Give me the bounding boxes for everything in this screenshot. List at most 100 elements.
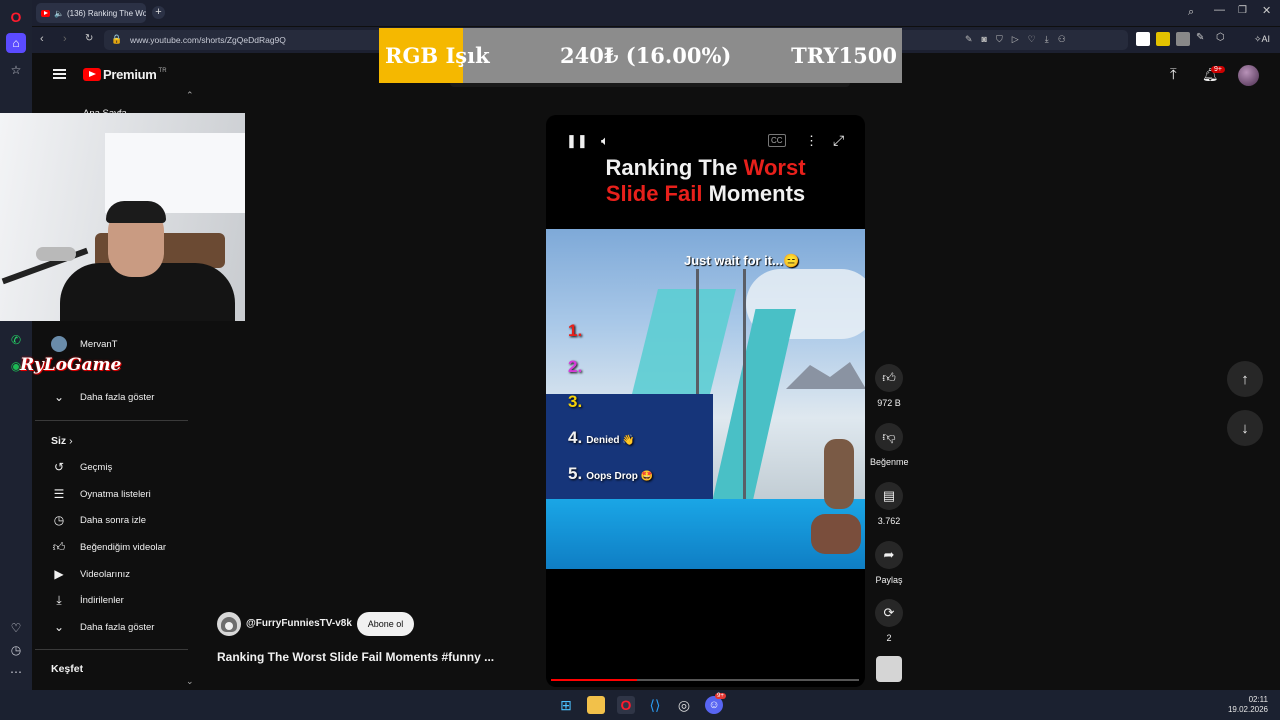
sidebar-item-liked[interactable]: 👍︎ Beğendiğim videolar [51,539,166,555]
sidebar-scroll-down-icon[interactable]: ⌄ [186,676,194,687]
chevron-right-icon: › [69,435,73,447]
previous-short-button[interactable]: ↑ [1227,361,1263,397]
extension-icon[interactable] [1156,32,1170,46]
sidebar-item-playlists[interactable]: ☰ Oynatma listeleri [51,486,151,502]
thumb-up-icon[interactable]: 👍︎ [875,364,903,392]
youtube-logo[interactable]: Premium TR [83,67,167,82]
subscription-item[interactable]: MervanT [51,336,117,352]
share-icon[interactable]: ➦ [875,541,903,569]
file-explorer-icon[interactable] [587,696,605,714]
taskbar [0,690,1280,720]
pause-icon[interactable]: ❚❚ [566,133,588,149]
divider [35,420,188,421]
like-count: 972 B [877,398,901,408]
video-title-card: Ranking The Worst Slide Fail Moments [546,155,865,229]
like-action[interactable]: 👍︎ 972 B [870,364,908,408]
ai-label: AI [1261,34,1271,44]
extension-icon[interactable] [1176,32,1190,46]
upload-icon[interactable]: ⤒ [1170,66,1177,83]
share-action[interactable]: ➦ Paylaş [870,541,908,585]
chevron-down-icon: ⌄ [53,620,65,634]
sidebar-item-label: Geçmiş [80,461,113,473]
subscribe-button[interactable]: Abone ol [357,612,414,636]
sidebar-item-label: Videolarınız [80,568,130,580]
sidebar-item-label: Beğendiğim videolar [80,541,167,553]
comment-icon[interactable]: ▤ [875,482,903,510]
extensions-area: ✎ ⬡ [1136,32,1248,48]
tab-youtube[interactable]: 🔈 (136) Ranking The Wo ✕ [36,3,146,23]
sidebar-item-watch-later[interactable]: ◷ Daha sonra izle [51,512,146,528]
arrow-up-icon: ↑ [1241,370,1249,388]
channel-avatar[interactable] [217,612,241,636]
sidebar-item-history[interactable]: ↺ Geçmiş [51,459,112,475]
history-icon: ↺ [53,460,65,474]
speaker-icon[interactable]: 🔈 [54,9,64,18]
dislike-action[interactable]: 👎︎ Beğenme [870,423,909,467]
video-progress-fill [551,679,638,681]
subscription-label: MervanT [80,338,118,350]
goal-amount: 240₺ (16.00%) [560,43,732,68]
next-short-button[interactable]: ↓ [1227,410,1263,446]
forward-button[interactable]: › [63,33,67,45]
remix-count: 2 [886,633,892,643]
address-actions[interactable]: ✎◙⛉▷♡⤓⚇ [965,34,1075,45]
cube-icon[interactable]: ⬡ [1216,32,1230,46]
extension-icon[interactable] [1136,32,1150,46]
minimize-button[interactable]: — [1214,4,1225,16]
remix-icon[interactable]: ⟳ [875,599,903,627]
thumb-down-icon[interactable]: 👎︎ [875,423,903,451]
heart-icon[interactable]: ♡ [6,618,26,638]
remix-action[interactable]: ⟳ 2 [870,599,908,643]
reload-button[interactable]: ↻ [85,33,93,44]
pen-icon[interactable]: ✎ [1196,32,1210,46]
title-text-red: Worst [743,155,806,180]
explore-section-title[interactable]: Keşfet [51,663,83,675]
ai-button[interactable]: ✧AI [1254,34,1270,45]
sidebar-item-label: Daha fazla göster [80,621,155,633]
back-button[interactable]: ‹ [40,33,44,45]
opera-logo-icon[interactable]: O [6,7,26,27]
comments-action[interactable]: ▤ 3.762 [870,482,908,526]
system-clock[interactable]: 02:11 19.02.2026 [1222,695,1268,715]
title-text-red: Slide Fail [605,181,703,206]
sound-thumbnail[interactable] [876,656,902,682]
arrow-down-icon: ↓ [1241,419,1249,437]
close-window-button[interactable]: ✕ [1262,4,1271,17]
channel-handle[interactable]: @FurryFunniesTV-v8k [246,618,352,629]
lock-icon: 🔒 [111,34,123,44]
fullscreen-icon[interactable]: ⤢ [833,132,844,149]
url-text[interactable]: www.youtube.com/shorts/ZgQeDdRag9Q [130,35,286,45]
windows-start-icon[interactable]: ⊞ [557,696,575,714]
menu-icon[interactable] [53,69,66,79]
obs-icon[interactable]: ◎ [675,696,693,714]
sidebar-item-downloads[interactable]: ⤓ İndirilenler [51,592,123,608]
new-tab-button[interactable]: + [152,6,165,19]
sidebar-item-show-more[interactable]: ⌄ Daha fazla göster [51,619,155,635]
divider [35,649,188,650]
short-title[interactable]: Ranking The Worst Slide Fail Moments #fu… [217,650,494,664]
goal-target: TRY1500 [791,43,897,68]
vscode-icon[interactable]: ⟨⟩ [646,696,664,714]
opera-taskbar-icon[interactable]: O [617,696,635,714]
show-more-subscriptions[interactable]: ⌄ Daha fazla göster [51,389,155,405]
search-box[interactable] [450,83,850,87]
video-frame: Just wait for it...😑 1. 2. 3. 4. Denied 👋… [546,229,865,569]
tab-bar [32,0,1280,26]
sidebar-item-your-videos[interactable]: ▶ Videolarınız [51,566,130,582]
you-section-title[interactable]: Siz › [51,435,73,447]
history-icon[interactable]: ◷ [6,640,26,660]
more-options-icon[interactable]: ⋮ [805,133,818,149]
playlist-icon: ☰ [53,487,65,501]
captions-icon[interactable]: CC [768,134,786,147]
goal-label: RGB Işık [385,43,490,68]
whatsapp-icon[interactable]: ✆ [6,330,26,350]
sidebar-scroll-up-icon[interactable]: ⌃ [186,90,194,101]
home-icon[interactable]: ⌂ [6,33,26,53]
star-icon[interactable]: ☆ [6,60,26,80]
more-icon[interactable]: ⋯ [6,662,26,682]
search-tabs-icon[interactable]: ⌕ [1188,6,1194,19]
youtube-brand: Premium [103,67,157,82]
maximize-button[interactable]: ❐ [1238,5,1247,16]
volume-icon[interactable]: 🔈︎ [601,133,609,149]
avatar[interactable] [1238,65,1259,86]
